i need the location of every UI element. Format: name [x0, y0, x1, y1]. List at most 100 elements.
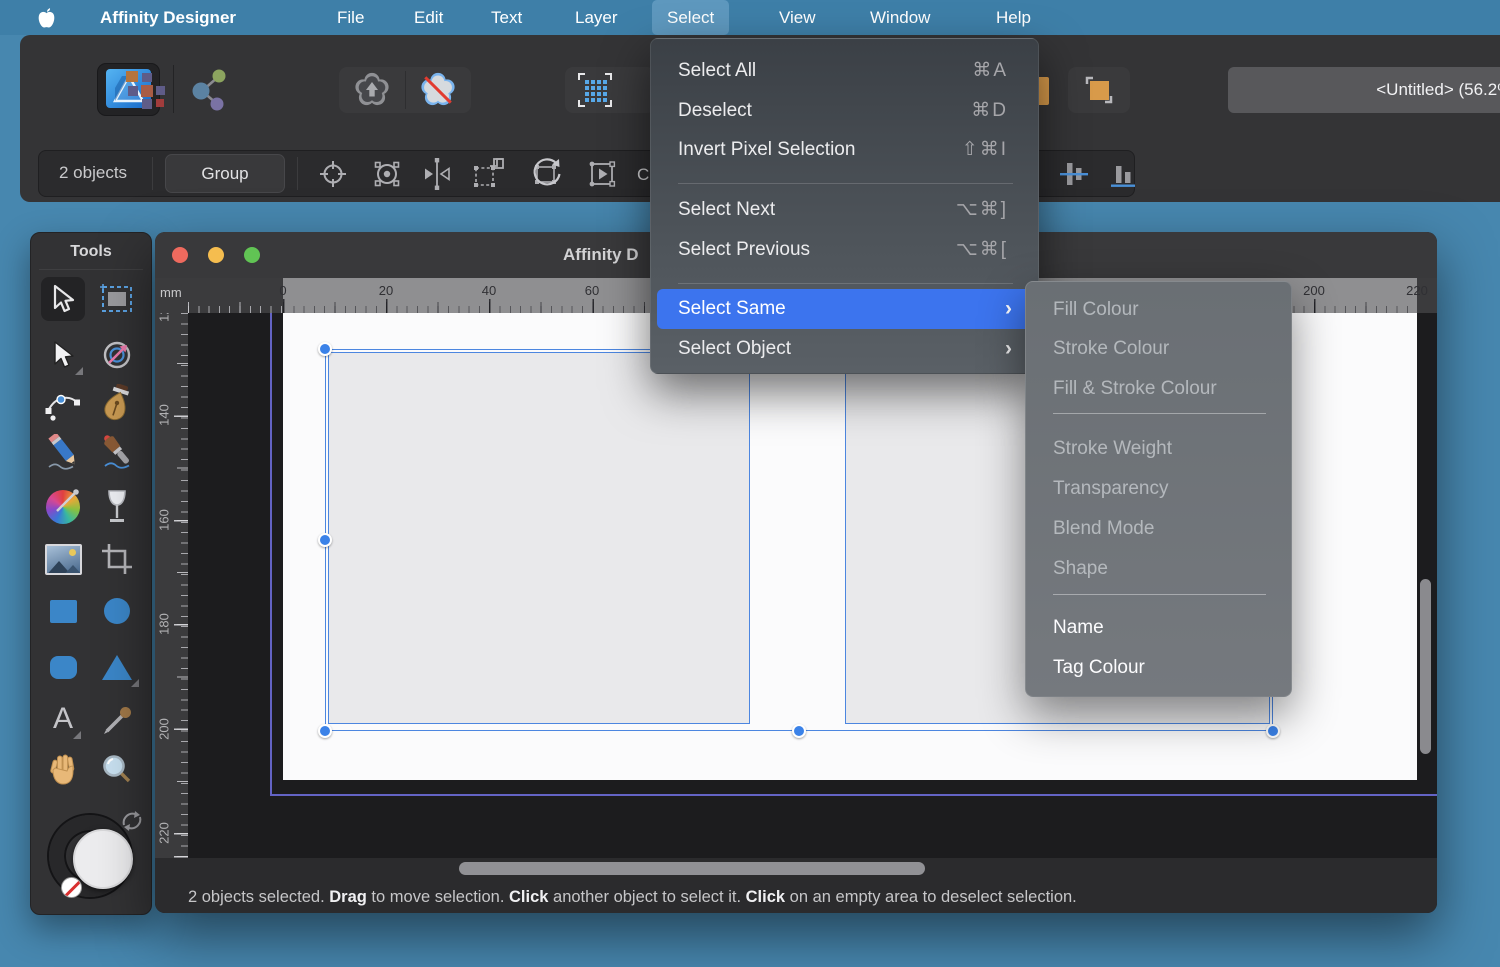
menu-bar: Affinity Designer File Edit Text Layer S…	[0, 0, 1500, 35]
rotate-selection-button[interactable]	[524, 154, 568, 193]
crop-tool[interactable]	[95, 537, 139, 581]
swap-colours-icon[interactable]	[121, 811, 143, 831]
node-tool[interactable]	[41, 333, 85, 377]
cycle-selection-box-button[interactable]	[311, 154, 355, 193]
horizontal-scrollbar[interactable]	[459, 862, 925, 875]
menu-item-select-previous[interactable]: Select Previous⌥⌘[	[657, 230, 1032, 270]
maximize-window-button[interactable]	[244, 247, 260, 263]
colour-swatches-icon[interactable]	[126, 71, 166, 109]
menubar-item-text[interactable]: Text	[491, 0, 522, 35]
h-ruler-label: 220	[1406, 283, 1428, 298]
select-same-submenu: Fill Colour Stroke Colour Fill & Stroke …	[1025, 281, 1292, 697]
apple-icon[interactable]	[38, 0, 55, 35]
submenu-item-shape: Shape	[1032, 549, 1285, 589]
ruler-unit-corner[interactable]: mm	[155, 278, 188, 313]
ellipse-tool[interactable]	[95, 589, 139, 633]
pen-tool[interactable]	[95, 381, 139, 425]
more-tools-marker	[73, 731, 81, 739]
selection-handle-bottom-right[interactable]	[1266, 724, 1280, 738]
submenu-separator	[1053, 413, 1266, 414]
selection-handle-top-left[interactable]	[318, 342, 332, 356]
share-nodes-icon[interactable]	[190, 67, 230, 111]
rectangle-tool[interactable]	[41, 589, 85, 633]
colour-picker-tool[interactable]	[95, 697, 139, 741]
close-window-button[interactable]	[172, 247, 188, 263]
persona-button-group	[339, 67, 471, 113]
view-pan-tool[interactable]	[41, 747, 85, 791]
pen-node-edit-tool[interactable]	[41, 381, 85, 425]
colour-wells	[49, 811, 139, 901]
tools-panel: Tools	[30, 232, 152, 915]
brush-tool[interactable]	[95, 431, 139, 475]
selection-handle-bottom-left[interactable]	[318, 724, 332, 738]
triangle-tool[interactable]	[95, 645, 139, 689]
text-tool[interactable]: A	[41, 697, 85, 741]
menu-item-select-same[interactable]: Select Same›	[657, 289, 1032, 329]
image-place-tool[interactable]	[41, 537, 85, 581]
document-tab[interactable]: <Untitled> (56.2%)	[1228, 67, 1500, 113]
menubar-item-file[interactable]: File	[337, 0, 364, 35]
align-bottom-button[interactable]	[1101, 154, 1145, 193]
menubar-item-help[interactable]: Help	[996, 0, 1031, 35]
flip-horizontal-button[interactable]	[415, 154, 459, 193]
rounded-rectangle-tool[interactable]	[41, 645, 85, 689]
menubar-app-name[interactable]: Affinity Designer	[100, 0, 236, 35]
pencil-tool[interactable]	[41, 431, 85, 475]
h-ruler-label: 20	[379, 283, 393, 298]
submenu-item-fill-and-stroke-colour: Fill & Stroke Colour	[1032, 369, 1285, 409]
v-ruler-label: 220	[157, 822, 172, 844]
point-transform-tool[interactable]	[95, 333, 139, 377]
fill-colour-well[interactable]	[73, 829, 133, 889]
show-selection-handles-button[interactable]	[365, 154, 409, 193]
menubar-item-select[interactable]: Select	[652, 0, 729, 35]
menu-item-select-next[interactable]: Select Next⌥⌘]	[657, 190, 1032, 230]
submenu-item-stroke-colour: Stroke Colour	[1032, 329, 1285, 369]
submenu-item-stroke-weight: Stroke Weight	[1032, 429, 1285, 469]
menu-item-invert-pixel-selection[interactable]: Invert Pixel Selection⇧⌘I	[657, 130, 1032, 170]
submenu-item-name[interactable]: Name	[1032, 608, 1285, 648]
status-bar: 2 objects selected. Drag to move selecti…	[155, 858, 1437, 913]
selection-handle-mid-left[interactable]	[318, 533, 332, 547]
menubar-item-view[interactable]: View	[779, 0, 816, 35]
more-tools-marker	[75, 367, 83, 375]
group-button[interactable]: Group	[165, 154, 285, 193]
menu-separator	[678, 183, 1013, 184]
no-fill-icon[interactable]	[61, 877, 82, 898]
status-text: 2 objects selected. Drag to move selecti…	[188, 888, 1077, 907]
submenu-item-tag-colour[interactable]: Tag Colour	[1032, 648, 1285, 688]
duplicate-transform-button[interactable]	[465, 154, 509, 193]
window-title: Affinity D	[563, 245, 639, 265]
selection-count-label: 2 objects	[59, 153, 127, 192]
zoom-tool[interactable]	[95, 747, 139, 791]
transparency-tool[interactable]	[95, 485, 139, 529]
minimize-window-button[interactable]	[208, 247, 224, 263]
submenu-separator	[1053, 594, 1266, 595]
h-ruler-label: 40	[482, 283, 496, 298]
v-ruler-label: 200	[157, 718, 172, 740]
insert-inside-button[interactable]	[1068, 67, 1130, 113]
more-tools-marker	[131, 679, 139, 687]
ruler-unit-label: mm	[160, 285, 182, 300]
h-ruler-label: 60	[585, 283, 599, 298]
snapping-button[interactable]	[565, 67, 655, 113]
submenu-item-transparency: Transparency	[1032, 469, 1285, 509]
menu-item-select-object[interactable]: Select Object›	[657, 329, 1032, 369]
selection-handle-bottom-centre[interactable]	[792, 724, 806, 738]
v-ruler-label: 160	[157, 509, 172, 531]
menubar-item-window[interactable]: Window	[870, 0, 930, 35]
menubar-item-layer[interactable]: Layer	[575, 0, 618, 35]
align-centre-horizontally-button[interactable]	[1052, 154, 1096, 193]
toolbar-separator	[173, 65, 174, 113]
pixel-persona-disabled-icon[interactable]	[418, 70, 458, 110]
artboard-tool[interactable]	[95, 277, 139, 321]
gradient-tool[interactable]	[41, 485, 85, 529]
snapping-grid-icon	[577, 72, 613, 108]
tools-panel-title: Tools	[31, 243, 151, 261]
move-tool[interactable]	[41, 277, 85, 321]
vertical-scrollbar[interactable]	[1420, 579, 1431, 754]
menu-item-select-all[interactable]: Select All⌘A	[657, 51, 1032, 91]
export-persona-icon[interactable]	[352, 70, 392, 110]
artboard-outline-bottom	[270, 794, 1437, 796]
menu-item-deselect[interactable]: Deselect⌘D	[657, 91, 1032, 131]
menubar-item-edit[interactable]: Edit	[414, 0, 443, 35]
